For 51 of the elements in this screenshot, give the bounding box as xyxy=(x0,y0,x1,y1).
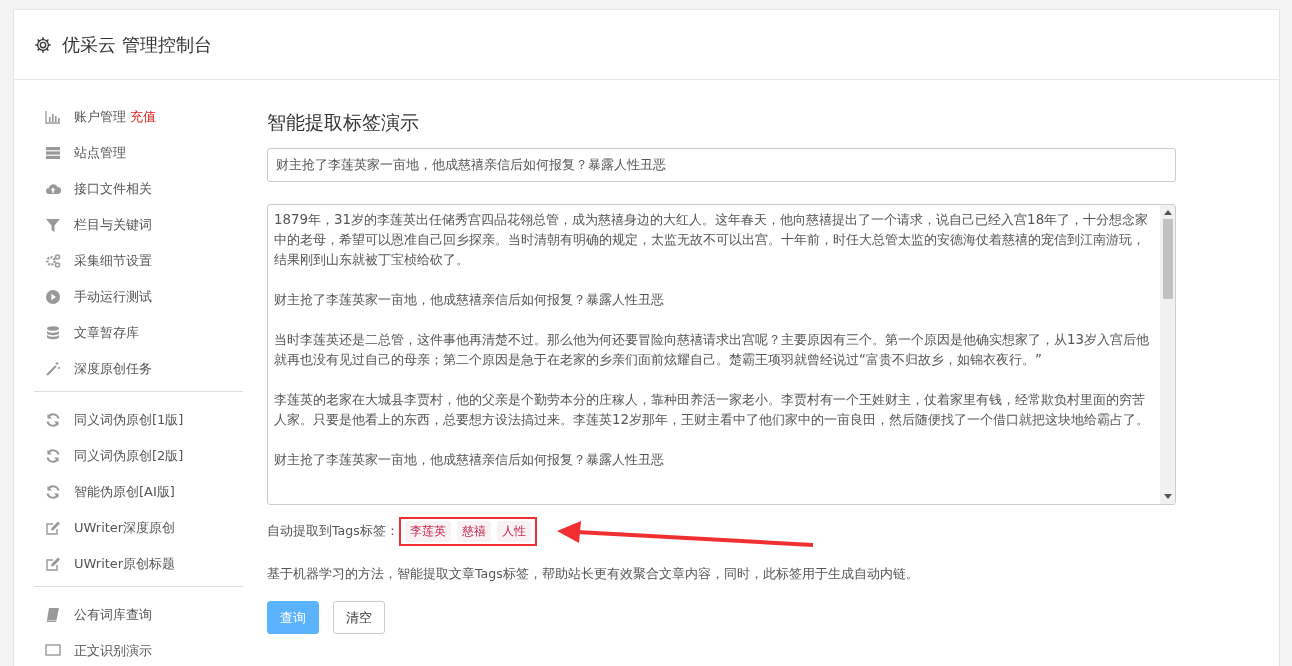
sidebar-item[interactable]: 接口文件相关 xyxy=(34,171,243,207)
sidebar-item[interactable]: 账户管理 充值 xyxy=(34,99,243,135)
article-textarea[interactable] xyxy=(267,204,1176,505)
edit-icon xyxy=(45,556,61,572)
bar-chart-icon xyxy=(45,109,61,125)
magic-wand-icon xyxy=(45,361,61,377)
sidebar-item[interactable]: 正文识别演示 xyxy=(34,633,243,666)
scrollbar-thumb[interactable] xyxy=(1162,219,1173,299)
sidebar-item[interactable]: 同义词伪原创[1版] xyxy=(34,402,243,438)
refresh-icon xyxy=(45,412,61,428)
tags-label: 自动提取到Tags标签： xyxy=(267,523,399,540)
sidebar-item[interactable]: 文章暂存库 xyxy=(34,315,243,351)
monitor-icon xyxy=(45,643,61,659)
settings-icon xyxy=(34,35,52,54)
cloud-upload-icon xyxy=(45,181,61,197)
sidebar-item[interactable]: UWriter深度原创 xyxy=(34,510,243,546)
server-icon xyxy=(45,145,61,161)
recharge-link[interactable]: 充值 xyxy=(130,108,156,126)
article-paragraph: 李莲英的老家在大城县李贾村，他的父亲是个勤劳本分的庄稼人，靠种田养活一家老小。李贾村有一个王姓财主，仗着家里有钱，经常欺负村里面的穷苦人家。只要是他看上的东西，总要想方设法搞过来。李莲英12岁那年，王财主看中了他们家中的一亩良田，然后随便找了一个借口就把这块地给霸占了。 xyxy=(274,391,1151,429)
article-paragraph: 财主抢了李莲英家一亩地，他成慈禧亲信后如何报复？暴露人性丑恶 xyxy=(274,451,665,469)
tag: 人性 xyxy=(496,521,531,542)
sidebar-item[interactable]: 同义词伪原创[2版] xyxy=(34,438,243,474)
page-title: 智能提取标签演示 xyxy=(267,110,420,135)
scroll-down-icon[interactable] xyxy=(1163,494,1172,500)
sidebar-item[interactable]: UWriter原创标题 xyxy=(34,546,243,582)
sidebar-item[interactable]: 采集细节设置 xyxy=(34,243,243,279)
refresh-icon xyxy=(45,484,61,500)
clear-button[interactable]: 清空 xyxy=(333,601,385,634)
tag: 慈禧 xyxy=(456,521,491,542)
sidebar-item[interactable]: 公有词库查询 xyxy=(34,597,243,633)
sidebar-item[interactable]: 智能伪原创[AI版] xyxy=(34,474,243,510)
gears-icon xyxy=(45,253,61,269)
sidebar-item[interactable]: 手动运行测试 xyxy=(34,279,243,315)
sidebar-item[interactable]: 站点管理 xyxy=(34,135,243,171)
book-icon xyxy=(45,607,61,623)
sidebar-item[interactable]: 栏目与关键词 xyxy=(34,207,243,243)
article-paragraph: 财主抢了李莲英家一亩地，他成慈禧亲信后如何报复？暴露人性丑恶 xyxy=(274,291,665,309)
scroll-up-icon[interactable] xyxy=(1163,209,1172,215)
refresh-icon xyxy=(45,448,61,464)
scrollbar[interactable] xyxy=(1160,205,1175,504)
sidebar-item[interactable]: 深度原创任务 xyxy=(34,351,243,387)
filter-icon xyxy=(45,217,61,233)
database-icon xyxy=(45,325,61,341)
title-input[interactable]: 财主抢了李莲英家一亩地，他成慈禧亲信后如何报复？暴露人性丑恶 xyxy=(267,148,1176,182)
console-title: 优采云 管理控制台 xyxy=(62,32,212,57)
article-paragraph: 当时李莲英还是二总管，这件事他再清楚不过。那么他为何还要冒险向慈禧请求出宫呢？主要原因有三个。第一个原因是他确实想家了，从13岁入宫后他就再也没有见过自己的母亲；第二个原因是急于在老家的乡亲们面前炫耀自己。楚霸王项羽就曾经说过“富贵不归故乡，如锦衣夜行。” xyxy=(274,331,1151,369)
tag: 李莲英 xyxy=(404,521,451,542)
play-icon xyxy=(45,289,61,305)
article-paragraph: 1879年，31岁的李莲英出任储秀宫四品花翎总管，成为慈禧身边的大红人。这年春天，他向慈禧提出了一个请求，说自己已经入宫18年了，十分想念家中的老母，希望可以恩准自己回乡探亲。当时清朝有明确的规定，太监无故不可以出宫。十年前，时任大总管太监的安德海仗着慈禧的宠信到江南游玩，结果刚到山东就被丁宝桢给砍了。 xyxy=(274,211,1150,269)
edit-icon xyxy=(45,520,61,536)
description-text: 基于机器学习的方法，智能提取文章Tags标签，帮助站长更有效聚合文章内容，同时，此标签用于生成自动内链。 xyxy=(267,566,920,583)
